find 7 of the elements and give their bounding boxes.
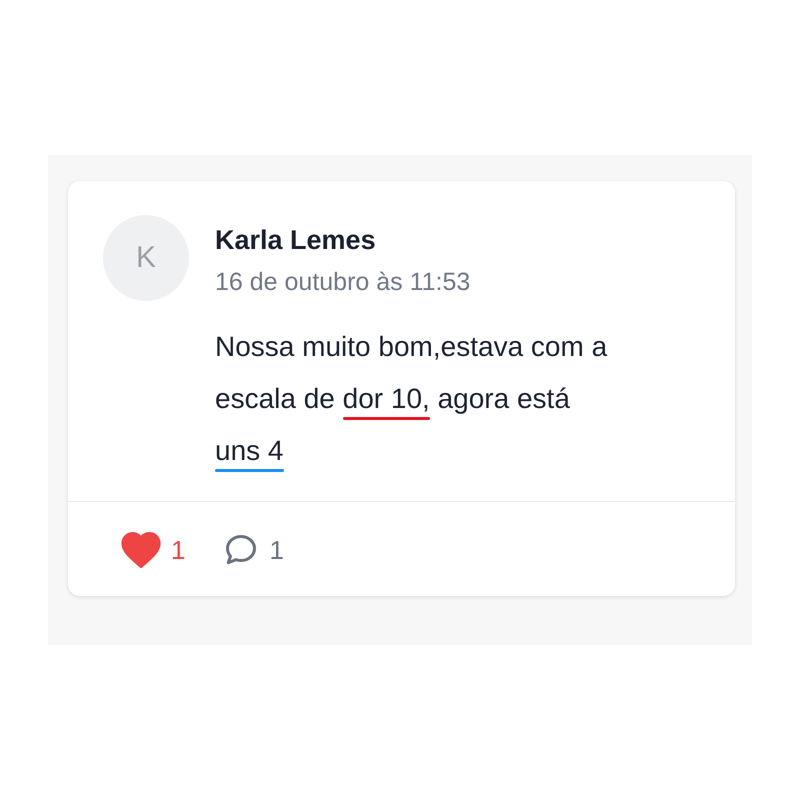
comment-text: Nossa muito bom,estava com a escala de dor 10, agora está uns 4 [215, 321, 608, 477]
comment-date: 16 de outubro às 11:53 [215, 268, 472, 297]
author-name: Karla Lemes [215, 225, 377, 256]
like-count: 1 [171, 534, 186, 566]
heart-icon[interactable] [121, 532, 161, 568]
reply-count: 1 [269, 534, 284, 566]
avatar: K [103, 215, 189, 301]
